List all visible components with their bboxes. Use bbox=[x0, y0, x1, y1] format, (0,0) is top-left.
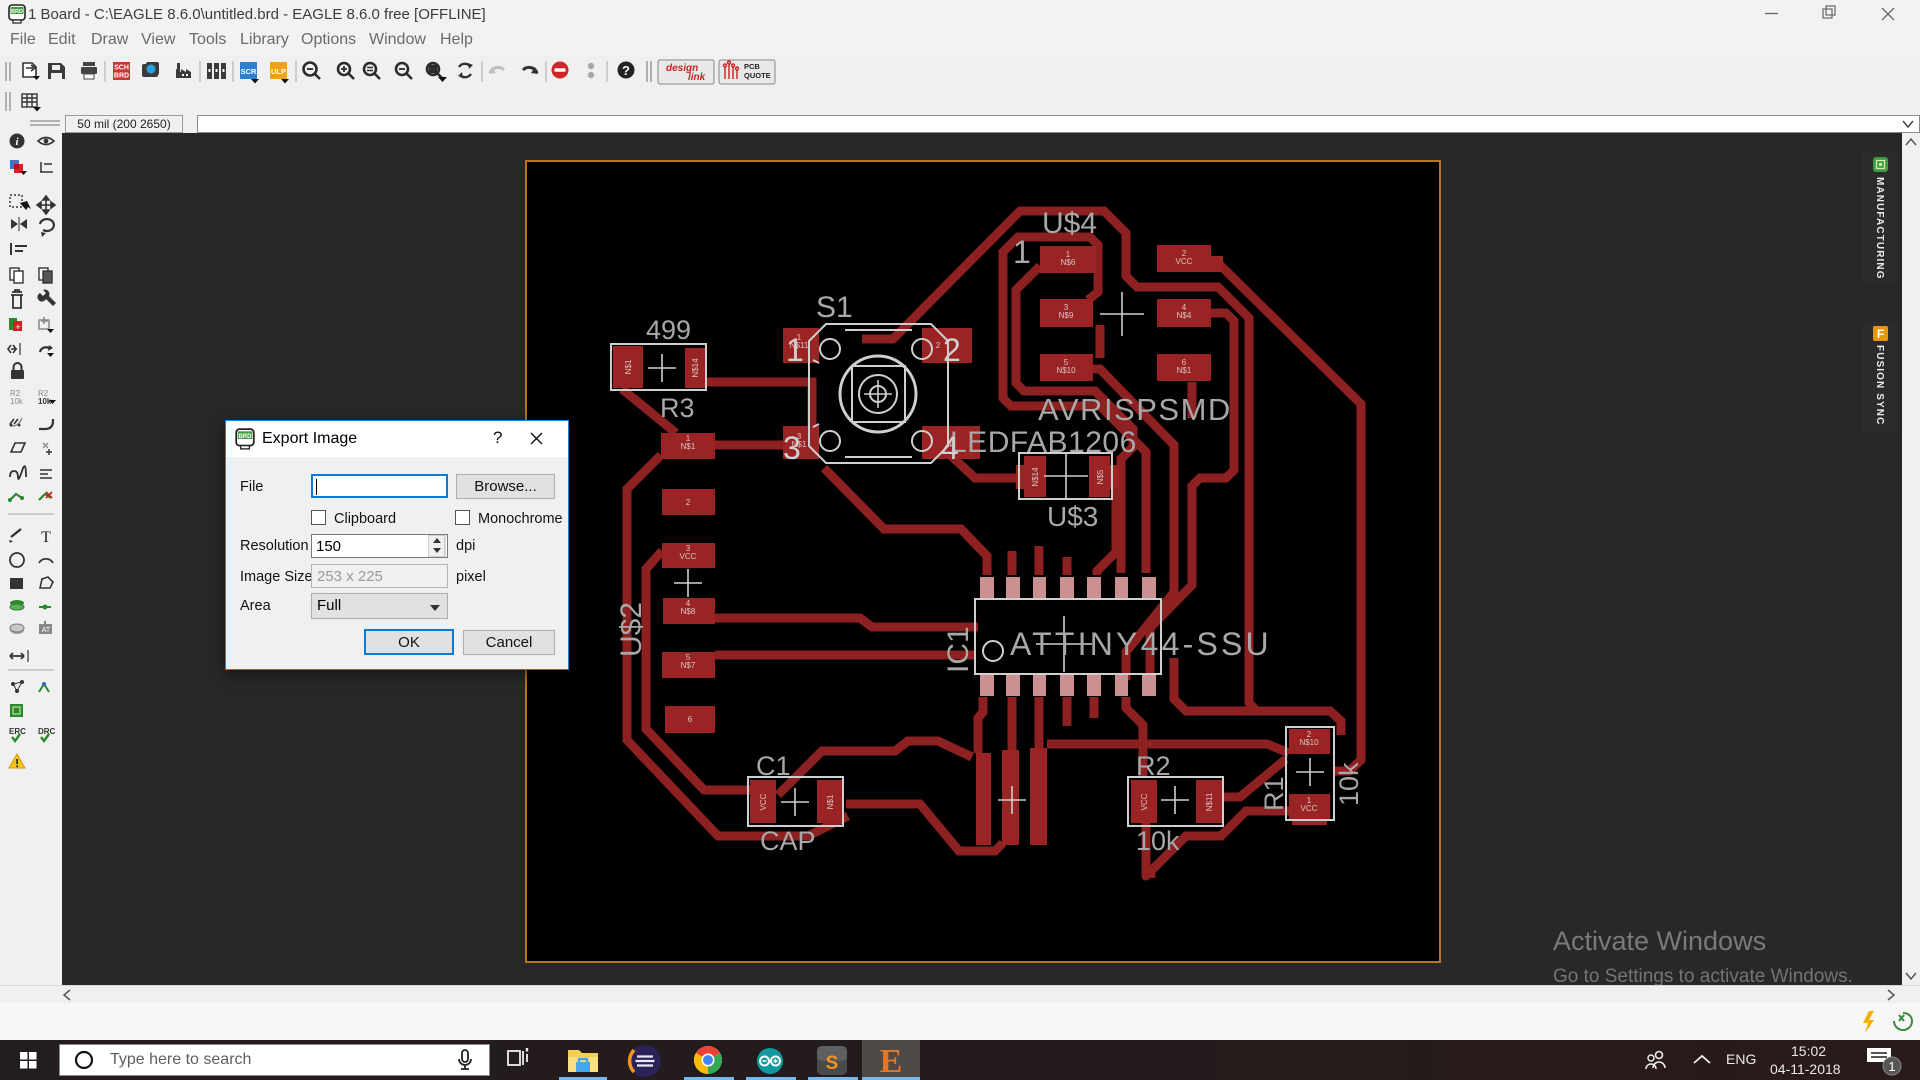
svg-text:1: 1 bbox=[1066, 250, 1071, 259]
svg-text:N$8: N$8 bbox=[681, 607, 696, 616]
svg-text:AVRISPSMD: AVRISPSMD bbox=[1038, 392, 1232, 427]
svg-text:N$14: N$14 bbox=[691, 358, 700, 378]
svg-text:R3: R3 bbox=[660, 393, 695, 423]
svg-text:T: T bbox=[41, 529, 51, 546]
svg-text:DRC: DRC bbox=[38, 727, 56, 736]
svg-text:ATTINY44-SSU: ATTINY44-SSU bbox=[1010, 626, 1272, 662]
svg-text:S1: S1 bbox=[816, 291, 853, 324]
svg-text:VCC: VCC bbox=[1140, 793, 1149, 810]
svg-text:N$11: N$11 bbox=[790, 341, 809, 350]
svg-text:10k: 10k bbox=[1136, 826, 1180, 856]
svg-text:5: 5 bbox=[686, 653, 691, 662]
svg-text:3: 3 bbox=[797, 432, 802, 441]
svg-text:N$1: N$1 bbox=[1177, 366, 1192, 375]
svg-text:4: 4 bbox=[1182, 303, 1187, 312]
svg-text:1: 1 bbox=[797, 333, 802, 342]
svg-text:N$4: N$4 bbox=[1177, 311, 1192, 320]
svg-text:S: S bbox=[826, 1053, 839, 1074]
svg-text:CAP: CAP bbox=[760, 826, 816, 856]
svg-text:3: 3 bbox=[1064, 303, 1069, 312]
svg-text:N$6: N$6 bbox=[1061, 258, 1076, 267]
svg-text:E: E bbox=[880, 1043, 903, 1078]
svg-text:1: 1 bbox=[686, 434, 691, 443]
svg-text:LEDFAB1206: LEDFAB1206 bbox=[950, 426, 1137, 459]
svg-text:N$1: N$1 bbox=[792, 440, 807, 449]
svg-text:ULP: ULP bbox=[271, 67, 286, 76]
svg-text:N$1: N$1 bbox=[826, 794, 835, 809]
svg-text:N$7: N$7 bbox=[681, 661, 696, 670]
svg-text:N$1: N$1 bbox=[624, 359, 633, 374]
svg-text:U$2: U$2 bbox=[615, 602, 648, 657]
svg-text:10k: 10k bbox=[10, 397, 24, 406]
svg-text:3: 3 bbox=[686, 544, 691, 553]
svg-text:U$4: U$4 bbox=[1042, 207, 1097, 240]
svg-text:N$10: N$10 bbox=[1299, 738, 1319, 747]
svg-text:VCC: VCC bbox=[1176, 257, 1193, 266]
svg-text:U$3: U$3 bbox=[1047, 501, 1098, 532]
svg-text:IC1: IC1 bbox=[942, 626, 975, 673]
svg-text:BRD: BRD bbox=[238, 434, 252, 440]
svg-text:ERC: ERC bbox=[9, 727, 26, 736]
svg-text:R1: R1 bbox=[1259, 776, 1289, 811]
svg-text:N$14: N$14 bbox=[1031, 467, 1040, 487]
svg-text:VCC: VCC bbox=[680, 552, 697, 561]
svg-text:10k: 10k bbox=[1334, 762, 1364, 806]
svg-text:F: F bbox=[1877, 327, 1884, 341]
svg-text:2: 2 bbox=[943, 332, 961, 368]
svg-text:4: 4 bbox=[948, 440, 953, 449]
svg-text:6: 6 bbox=[688, 715, 693, 724]
svg-text:5: 5 bbox=[1064, 358, 1069, 367]
svg-text:2: 2 bbox=[1182, 249, 1187, 258]
svg-text:SCR: SCR bbox=[241, 67, 257, 76]
svg-text:2: 2 bbox=[686, 498, 691, 507]
svg-text:VCC: VCC bbox=[1301, 804, 1318, 813]
svg-text:SCH: SCH bbox=[114, 65, 129, 72]
svg-text:4: 4 bbox=[686, 599, 691, 608]
svg-text:+: + bbox=[15, 322, 20, 332]
svg-text:link: link bbox=[688, 72, 706, 83]
svg-text:1: 1 bbox=[1013, 234, 1031, 270]
svg-text:R2: R2 bbox=[1136, 751, 1171, 781]
svg-text:N$1: N$1 bbox=[681, 442, 696, 451]
svg-text:N$11: N$11 bbox=[1205, 792, 1214, 811]
svg-text:PCB: PCB bbox=[744, 62, 760, 71]
svg-text:N$9: N$9 bbox=[1059, 311, 1074, 320]
svg-text:2: 2 bbox=[936, 341, 941, 350]
svg-text:2: 2 bbox=[1307, 730, 1312, 739]
svg-text:BRD: BRD bbox=[11, 9, 23, 15]
svg-text:N$5: N$5 bbox=[1096, 469, 1105, 484]
svg-text:10k: 10k bbox=[38, 397, 52, 406]
svg-text:1: 1 bbox=[1307, 796, 1312, 805]
svg-text:BRD: BRD bbox=[114, 73, 129, 80]
svg-text:AT: AT bbox=[42, 627, 51, 634]
svg-text:1: 1 bbox=[1888, 1059, 1895, 1074]
svg-text:N$10: N$10 bbox=[1056, 366, 1076, 375]
svg-text:C1: C1 bbox=[756, 751, 791, 781]
svg-text:?: ? bbox=[622, 63, 630, 78]
svg-text:6: 6 bbox=[1182, 358, 1187, 367]
svg-text:499: 499 bbox=[646, 315, 691, 345]
svg-text:QUOTE: QUOTE bbox=[744, 71, 771, 80]
svg-text:VCC: VCC bbox=[759, 793, 768, 810]
